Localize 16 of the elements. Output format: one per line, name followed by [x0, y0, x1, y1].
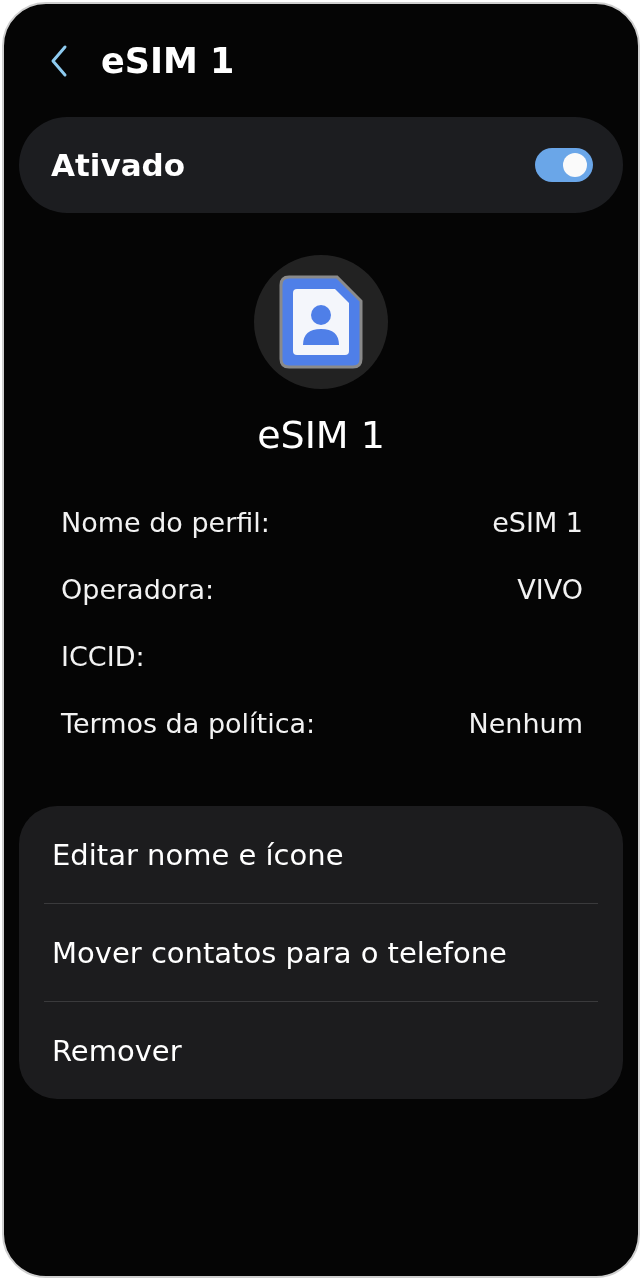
detail-label: Termos da política: [61, 707, 316, 739]
menu-item[interactable]: Editar nome e ícone [44, 806, 598, 903]
page-title: eSIM 1 [101, 41, 235, 81]
detail-label: ICCID: [61, 640, 145, 672]
detail-label: Nome do perfil: [61, 506, 270, 538]
menu-item[interactable]: Remover [44, 1002, 598, 1099]
detail-value: VIVO [517, 573, 583, 605]
toggle-label: Ativado [51, 147, 186, 183]
menu-item[interactable]: Mover contatos para o telefone [44, 904, 598, 1001]
sim-card-icon [279, 275, 363, 369]
back-button[interactable] [49, 44, 69, 78]
profile-name: eSIM 1 [256, 413, 386, 457]
detail-value: eSIM 1 [492, 506, 583, 538]
detail-value: Nenhum [468, 707, 583, 739]
toggle-switch[interactable] [535, 148, 593, 182]
detail-label: Operadora: [61, 573, 215, 605]
